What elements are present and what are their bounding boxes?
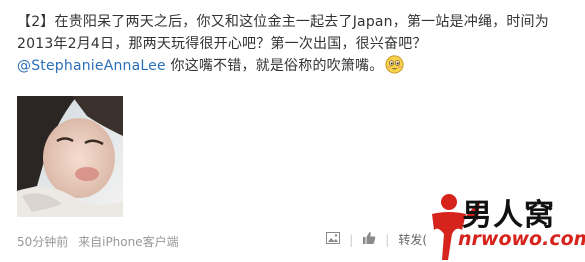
site-watermark-logo: 男人窝 nrwowo.com [422,190,585,262]
post-actions: | | 转发( [326,231,427,248]
post-text: 【2】在贵阳呆了两天之后，你又和这位金主一起去了Japan，第一站是冲绳，时间为… [17,11,575,77]
post-meta: 50分钟前 来自iPhone客户端 [17,233,179,250]
post-body-text: 【2】在贵阳呆了两天之后，你又和这位金主一起去了Japan，第一站是冲绳，时间为… [17,14,549,52]
timestamp[interactable]: 50分钟前 [17,235,68,249]
mention-link[interactable]: @StephanieAnnaLee [17,58,166,74]
watermark-url: nrwowo.com [458,228,585,250]
picture-icon[interactable] [326,232,341,247]
post-body-text-end: 你这嘴不错，就是俗称的吹箫嘴。 [165,58,384,74]
post-photo-thumbnail[interactable] [17,96,123,217]
post-source[interactable]: 来自iPhone客户端 [78,235,179,249]
thumbs-up-icon[interactable] [362,231,376,248]
separator: | [349,232,354,247]
blushing-smiley-icon [385,55,405,74]
separator: | [385,232,390,247]
